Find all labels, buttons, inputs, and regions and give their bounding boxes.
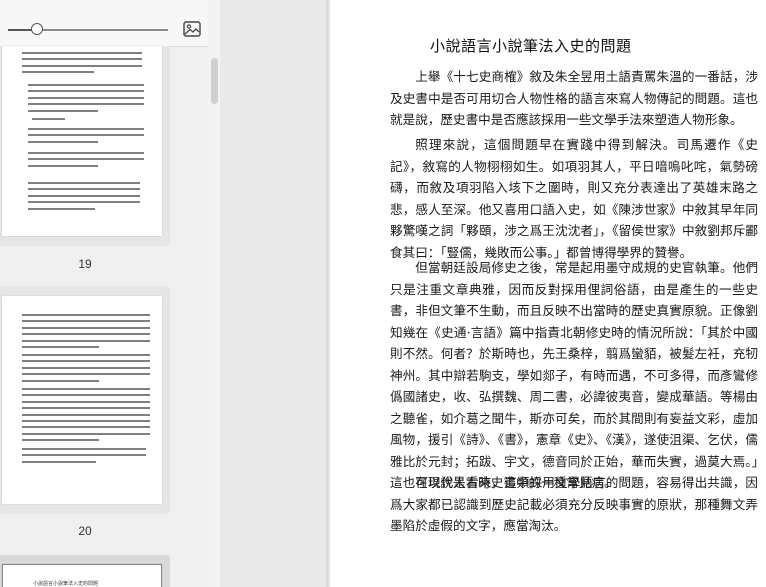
thumbnail-page-20[interactable] (2, 296, 162, 504)
thumbnail-text-line (22, 400, 150, 403)
thumbnail-text-line (22, 413, 150, 416)
thumbnail-page-19[interactable] (2, 46, 162, 236)
sidebar-scrollbar[interactable] (208, 0, 220, 587)
thumbnail-text-line (28, 201, 140, 204)
page-number-20: 20 (78, 524, 92, 538)
thumbnail-text-line (28, 152, 144, 154)
thumbnail-text-line (28, 90, 144, 93)
thumbnail-page-current[interactable]: 小說語言小說筆法入史的問題 (2, 564, 162, 587)
thumbnail-text-line (22, 320, 150, 323)
thumbnail-text-line (22, 373, 150, 376)
thumbnail-text-line (22, 366, 150, 369)
thumbnail-card-19[interactable] (0, 46, 170, 246)
thumbnail-card-current[interactable]: 小說語言小說筆法入史的問題 (0, 555, 170, 587)
thumbnail-text-line (22, 354, 150, 356)
thumbnail-text-line (22, 314, 150, 316)
paragraph-4: 在現代人看來，這類採用文學語言的問題，容易得出共識，因爲大家都已認識到歷史記載必… (390, 475, 758, 533)
zoom-slider[interactable] (8, 23, 168, 35)
thumbnail-text-line (28, 194, 140, 197)
thumbnail-text-line (22, 379, 99, 382)
thumbnail-text-line (22, 71, 94, 74)
thumbnail-text-line (22, 388, 150, 390)
thumbnail-text-line (22, 448, 146, 450)
thumbnail-text-line (28, 188, 140, 191)
thumbnail-text-line (32, 118, 65, 120)
thumbnail-text-line (22, 407, 150, 410)
thumbnail-text-line (22, 64, 142, 67)
document-page: 小說語言小說筆法入史的問題 上舉《十七史商榷》敘及朱全昱用土語責罵朱溫的一番話，… (330, 0, 766, 587)
thumbnail-text-line (22, 454, 146, 457)
thumbnail-text-line (28, 103, 144, 106)
thumbnail-text-line (28, 164, 98, 167)
thumbnail-card-20[interactable] (0, 286, 170, 514)
paragraph-2: 照理來說，這個問題早在實踐中得到解決。司馬遷作《史記》，敘寫的人物栩栩如生。如項… (390, 137, 758, 260)
thumbnail-text-line (22, 326, 150, 329)
thumbnail-text-line (28, 182, 140, 184)
thumbnail-text-line (22, 346, 99, 348)
thumbnail-text-line (28, 207, 96, 210)
paragraph-1: 上舉《十七史商榷》敘及朱全昱用土語責罵朱溫的一番話，涉及史書中是否可用切合人物性… (390, 69, 758, 127)
page-title: 小說語言小說筆法入史的問題 (430, 37, 632, 55)
thumbnail-toolbar (0, 0, 208, 47)
thumbnail-text-line (22, 439, 99, 442)
sidebar-scroll-thumb[interactable] (211, 58, 218, 104)
thumbnail-text-line (22, 333, 150, 336)
thumbnail-title: 小說語言小說筆法入史的問題 (33, 581, 99, 587)
thumbnail-text-line (22, 339, 150, 342)
thumbnail-text-line (22, 420, 150, 422)
thumbnail-text-line (22, 52, 142, 54)
thumbnail-text-line (22, 360, 150, 363)
zoom-slider-knob[interactable] (30, 23, 43, 35)
paragraph-3: 但當朝廷設局修史之後，常是起用墨守成規的史官執筆。他們只是注重文章典雅，因而反對… (390, 260, 758, 490)
thumbnail-text-line (28, 128, 144, 130)
thumbnail-text-line (22, 426, 150, 429)
thumbnail-text-line (28, 84, 144, 86)
thumbnail-text-line (28, 96, 144, 99)
thumbnail-text-line (22, 432, 150, 435)
thumbnail-sidebar: 19 20 小說語言小說筆法入史的問題 (0, 0, 208, 587)
thumbnail-text-line (28, 140, 98, 143)
thumbnail-text-line (22, 394, 150, 397)
thumbnail-text-line (28, 109, 98, 112)
thumbnail-text-line (28, 134, 144, 137)
page-number-19: 19 (78, 257, 92, 271)
thumbnail-text-line (22, 460, 97, 463)
thumbnail-text-line (22, 58, 142, 61)
image-icon[interactable] (183, 21, 201, 37)
thumbnail-text-line (28, 158, 144, 161)
